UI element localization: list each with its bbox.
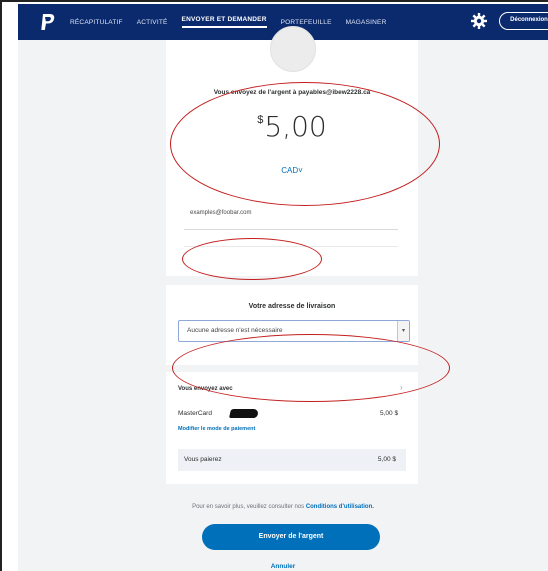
shipping-title: Votre adresse de livraison bbox=[248, 303, 336, 310]
shipping-address-select[interactable]: Aucune adresse n'est nécessaire ▾ bbox=[178, 320, 410, 342]
send-money-button[interactable]: Envoyer de l'argent bbox=[202, 524, 380, 550]
modify-payment-link[interactable]: Modifier le mode de paiement bbox=[178, 426, 255, 432]
payment-card: Vous envoyez avec › MasterCard 5,00 $ Mo… bbox=[166, 372, 418, 484]
redacted-card-number bbox=[229, 409, 259, 418]
avatar bbox=[270, 26, 316, 72]
card-amount: 5,00 $ bbox=[380, 410, 399, 417]
currency-symbol: $ bbox=[257, 114, 264, 126]
currency-label: CAD bbox=[281, 166, 299, 175]
nav-item-wallet[interactable]: PORTEFEUILLE bbox=[281, 19, 332, 26]
chevron-right-icon[interactable]: › bbox=[400, 383, 403, 392]
logout-button[interactable]: Déconnexion bbox=[499, 12, 548, 30]
nav-item-summary[interactable]: RÉCAPITULATIF bbox=[70, 19, 123, 26]
chevron-down-icon: ˅ bbox=[298, 166, 303, 175]
currency-selector[interactable]: CAD˅ bbox=[166, 166, 418, 175]
card-label: MasterCard bbox=[178, 410, 212, 417]
terms-prefix: Pour en savoir plus, veuillez consulter … bbox=[192, 504, 305, 510]
terms-link[interactable]: Conditions d'utilisation. bbox=[306, 504, 374, 510]
terms-text: Pour en savoir plus, veuillez consulter … bbox=[18, 504, 548, 510]
amount-value: 5,00 bbox=[264, 110, 327, 143]
nav-item-activity[interactable]: ACTIVITÉ bbox=[137, 19, 168, 26]
cancel-link[interactable]: Annuler bbox=[18, 563, 548, 570]
total-label: Vous paierez bbox=[184, 456, 222, 463]
shipping-selected-value: Aucune adresse n'est nécessaire bbox=[187, 327, 283, 334]
note-input[interactable]: examples@foobar.com bbox=[184, 202, 398, 230]
shipping-card: Votre adresse de livraison Aucune adress… bbox=[166, 285, 418, 365]
main-content: Vous envoyez de l'argent à payables@ibew… bbox=[18, 26, 548, 571]
paypal-logo-icon bbox=[41, 14, 55, 30]
send-amount-card: Vous envoyez de l'argent à payables@ibew… bbox=[166, 26, 418, 276]
recipient-text: Vous envoyez de l'argent à payables@ibew… bbox=[213, 89, 371, 96]
paypal-logo[interactable] bbox=[36, 11, 58, 33]
nav-item-send-request[interactable]: ENVOYER ET DEMANDER bbox=[181, 16, 267, 28]
divider bbox=[184, 246, 398, 247]
nav-item-shop[interactable]: MAGASINER bbox=[346, 19, 387, 26]
payment-title: Vous envoyez avec bbox=[178, 386, 233, 392]
total-row: Vous paierez 5,00 $ bbox=[178, 449, 406, 471]
total-amount: 5,00 $ bbox=[377, 456, 396, 463]
gear-icon[interactable] bbox=[470, 12, 488, 30]
amount-display[interactable]: $5,00 bbox=[166, 110, 418, 143]
chevron-down-icon[interactable]: ▾ bbox=[397, 321, 409, 341]
